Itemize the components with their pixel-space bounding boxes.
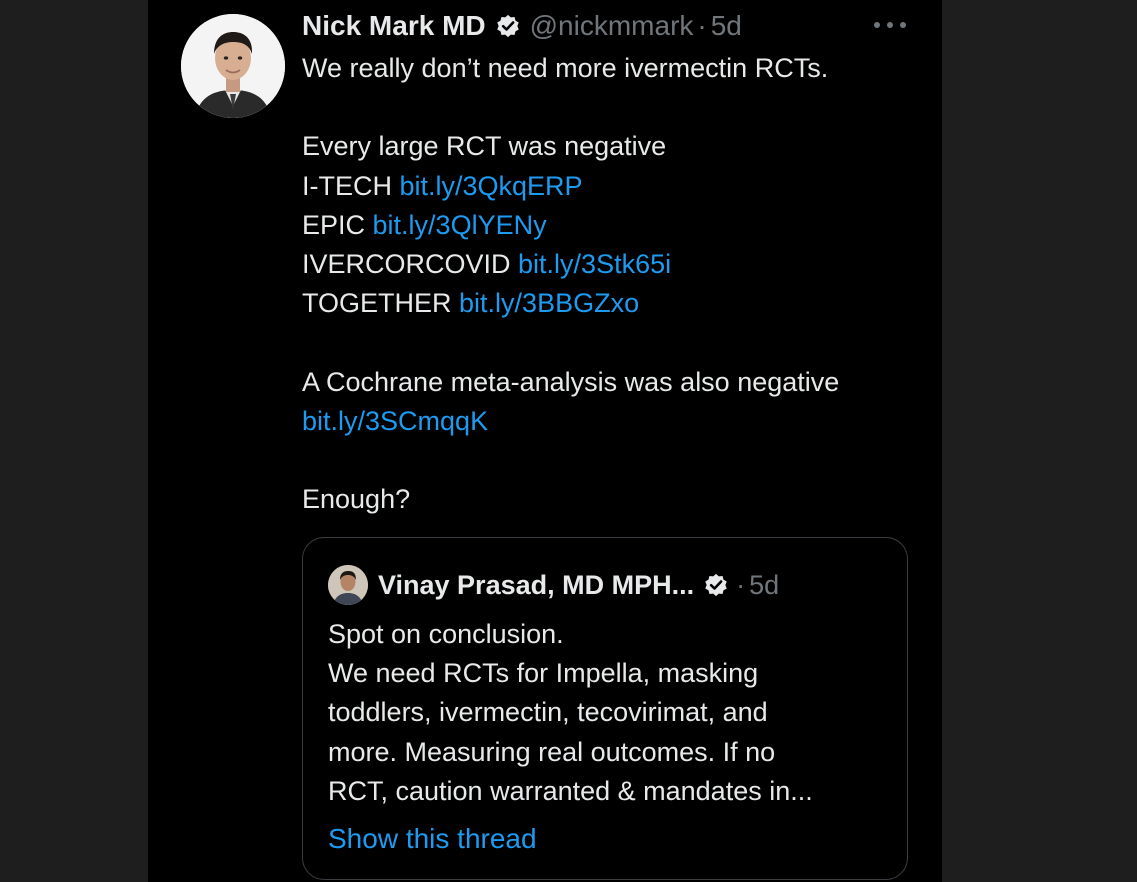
more-dot [900, 22, 906, 28]
tweet-line-text: TOGETHER [302, 288, 460, 319]
quoted-author-name[interactable]: Vinay Prasad, MD MPH... [378, 570, 694, 601]
tweet-link-epic[interactable]: bit.ly/3QlYENy [373, 210, 547, 240]
tweet-line-text: IVERCORCOVID [302, 248, 519, 279]
tweet-line-text: Every large RCT was negative [302, 131, 667, 162]
quoted-line: Spot on conclusion. [328, 619, 564, 649]
tweet-line-text: I-TECH [302, 170, 400, 201]
show-this-thread-link[interactable]: Show this thread [328, 819, 537, 859]
tweet-line: TOGETHER bit.ly/3BBGZxo [302, 284, 922, 323]
author-handle[interactable]: @nickmmark [530, 10, 694, 42]
tweet-line-text: We really don’t need more ivermectin RCT… [302, 53, 829, 83]
quoted-tweet-header: Vinay Prasad, MD MPH... · 5d [328, 565, 779, 605]
quoted-meta-separator: · [736, 569, 746, 600]
more-dot [874, 22, 880, 28]
quoted-line: RCT, caution warranted & mandates in... [328, 775, 813, 806]
quoted-author-avatar-image [328, 565, 368, 605]
tweet-line [302, 441, 922, 480]
verified-badge-icon [494, 12, 522, 40]
tweet-line: I-TECH bit.ly/3QkqERP [302, 167, 922, 206]
quoted-tweet[interactable]: Vinay Prasad, MD MPH... · 5d Spot on con… [302, 537, 908, 880]
author-name[interactable]: Nick Mark MD [302, 10, 486, 42]
tweet-line: A Cochrane meta-analysis was also negati… [302, 363, 922, 402]
tweet-line: Every large RCT was negative [302, 127, 922, 166]
quoted-line: more. Measuring real outcomes. If no [328, 736, 776, 767]
tweet-card[interactable]: Nick Mark MD @nickmmark · 5d We really d… [148, 0, 942, 882]
tweet-line: IVERCORCOVID bit.ly/3Stk65i [302, 245, 922, 284]
quoted-author-avatar[interactable] [328, 565, 368, 605]
tweet-line: EPIC bit.ly/3QlYENy [302, 206, 922, 245]
more-dot [887, 22, 893, 28]
tweet-link-ivercorcovid[interactable]: bit.ly/3Stk65i [518, 249, 671, 279]
tweet-header: Nick Mark MD @nickmmark · 5d [302, 8, 742, 44]
quoted-tweet-age[interactable]: 5d [749, 570, 779, 601]
tweet-link-itech[interactable]: bit.ly/3QkqERP [400, 171, 583, 201]
tweet-link-together[interactable]: bit.ly/3BBGZxo [459, 288, 639, 318]
tweet-line-text: EPIC [302, 209, 373, 240]
tweet-line: Enough? [302, 480, 922, 519]
more-horizontal-icon[interactable] [874, 18, 906, 32]
author-avatar-image [181, 14, 285, 118]
tweet-line-text: Enough? [302, 484, 411, 515]
screenshot-frame: Nick Mark MD @nickmmark · 5d We really d… [0, 0, 1137, 882]
author-avatar[interactable] [181, 14, 285, 118]
tweet-age[interactable]: 5d [711, 10, 742, 42]
quoted-line: toddlers, ivermectin, tecovirimat, and [328, 697, 768, 728]
verified-badge-icon [702, 571, 730, 599]
tweet-line-text: A Cochrane meta-analysis was also negati… [302, 366, 840, 397]
tweet-line [302, 323, 922, 362]
tweet-line [302, 88, 922, 127]
quoted-line: We need RCTs for Impella, masking [328, 658, 759, 689]
tweet-text: We really don’t need more ivermectin RCT… [302, 49, 922, 519]
quoted-tweet-text: Spot on conclusion. We need RCTs for Imp… [328, 615, 888, 811]
tweet-line: We really don’t need more ivermectin RCT… [302, 49, 922, 88]
tweet-line: bit.ly/3SCmqqK [302, 402, 922, 441]
meta-separator: · [697, 10, 707, 41]
tweet-link-cochrane[interactable]: bit.ly/3SCmqqK [302, 406, 488, 436]
